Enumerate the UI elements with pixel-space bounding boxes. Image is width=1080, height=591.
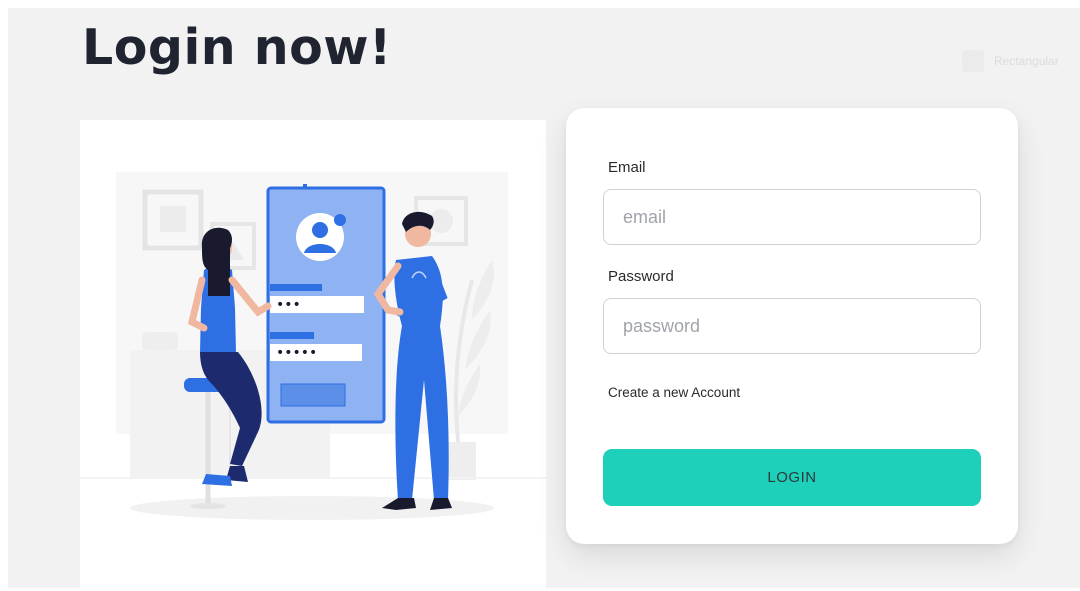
- badge-square-icon: [962, 50, 984, 72]
- login-button[interactable]: LOGIN: [603, 449, 981, 506]
- phone-password-dots-1: •••: [276, 297, 301, 313]
- illustration-svg: ••• •••••: [80, 172, 546, 520]
- woman-shoe: [202, 474, 232, 486]
- plant-pot: [142, 332, 178, 350]
- phone-password-dots-2: •••••: [276, 345, 317, 361]
- page-title: Login now!: [82, 19, 392, 76]
- email-label: Email: [608, 159, 646, 176]
- faded-badge: Rectangular: [962, 48, 1080, 74]
- login-card: Email Password Create a new Account LOGI…: [566, 108, 1018, 544]
- email-input[interactable]: [603, 189, 981, 245]
- create-account-link[interactable]: Create a new Account: [608, 385, 740, 400]
- badge-text: Rectangular: [994, 54, 1059, 68]
- picture-frame-1-inner: [160, 206, 186, 232]
- login-illustration: ••• •••••: [80, 120, 546, 590]
- password-input[interactable]: [603, 298, 981, 354]
- password-label: Password: [608, 268, 674, 285]
- phone-button: [280, 383, 346, 407]
